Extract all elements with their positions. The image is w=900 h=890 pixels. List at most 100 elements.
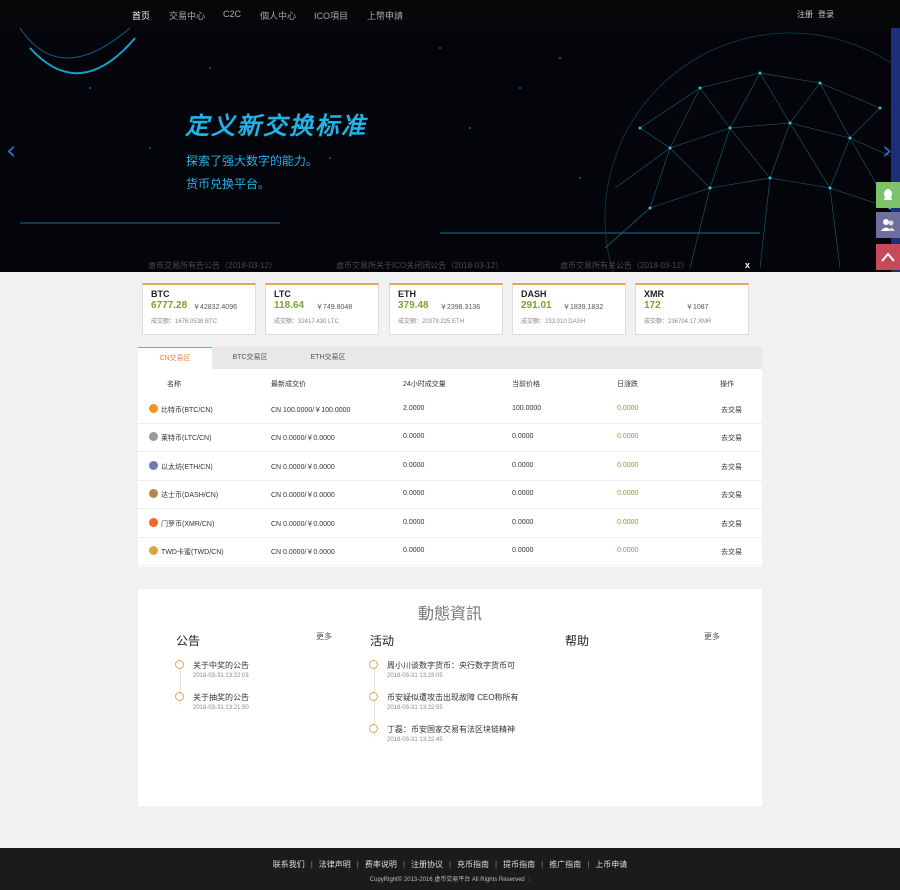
login-link[interactable]: 登录 [818,9,834,20]
ticker-cny: ￥749.8048 [316,304,353,311]
footer: 联系我们 | 法律声明 | 费率说明 | 注册协议 | 充币指南 | 提币指南 | 推广指南 | 上币申请 … [0,848,900,890]
footer-link-contact[interactable]: 联系我们 [273,860,305,869]
carousel-next-arrow-icon[interactable]: › [882,136,892,166]
footer-link-listing-apply[interactable]: 上币申请 [595,860,627,869]
ticker-symbol: BTC [151,289,170,299]
table-row[interactable]: 门罗币(XMR/CN) CN 0.0000/￥0.0000 0.0000 0.0… [138,510,762,538]
last-price: CN 0.0000/￥0.0000 [271,492,335,499]
ticker-cny: ￥1087 [686,304,709,311]
footer-link-fees[interactable]: 费率说明 [365,860,397,869]
back-to-top-icon[interactable] [876,244,900,270]
volume: 0.0000 [403,490,425,497]
news-item-title: 周小川谈数字货币：央行数字货币可 [387,661,515,670]
last-price: CN 0.0000/￥0.0000 [271,521,335,528]
timeline-dot-icon [369,692,378,701]
footer-link-terms[interactable]: 注册协议 [411,860,443,869]
news-item-date: 2018-03-31 13:22:55 [387,705,443,711]
table-row[interactable]: 莱特币(LTC/CN) CN 0.0000/￥0.0000 0.0000 0.0… [138,424,762,452]
change: 0.0000 [617,462,639,469]
current-price: 0.0000 [512,462,534,469]
current-price: 0.0000 [512,547,534,554]
last-price: CN 0.0000/￥0.0000 [271,549,335,556]
ticker-card-btc[interactable]: BTC 6777.28 ￥42832.4096 成交额：1676.0538 BT… [142,283,256,335]
register-link[interactable]: 注册 [797,9,813,20]
footer-link-deposit-guide[interactable]: 充币指南 [457,860,489,869]
footer-link-referral-guide[interactable]: 推广指南 [549,860,581,869]
trade-link[interactable]: 去交易 [721,405,742,415]
hero-news-item[interactable]: 虚币交易所有告公告（2018-03-12） [148,260,277,271]
announcements-more-link[interactable]: 更多 [316,631,332,642]
trade-link[interactable]: 去交易 [721,547,742,557]
ticker-card-dash[interactable]: DASH 291.01 ￥1839.1832 成交额：233.010 DASH [512,283,626,335]
ticker-card-ltc[interactable]: LTC 118.64 ￥749.8048 成交额：32417.430 LTC [265,283,379,335]
timeline-dot-icon [175,660,184,669]
trade-link[interactable]: 去交易 [721,433,742,443]
users-icon[interactable] [876,212,900,238]
ticker-cny: ￥1839.1832 [563,304,604,311]
xmr-coin-icon [149,518,158,527]
ticker-symbol: LTC [274,289,291,299]
footer-links: 联系我们 | 法律声明 | 费率说明 | 注册协议 | 充币指南 | 提币指南 | 推广指南 | 上币申请 [272,860,628,869]
ticker-cny: ￥2398.3136 [440,304,481,311]
ltc-coin-icon [149,432,158,441]
column-header-change: 日涨跌 [617,381,638,388]
ticker-card-eth[interactable]: ETH 379.48 ￥2398.3136 成交额：20379.225 ETH [389,283,503,335]
coin-name: 莱特币(LTC/CN) [161,435,212,442]
current-price: 100.0000 [512,405,542,412]
current-price: 0.0000 [512,433,534,440]
nav-trade-center[interactable]: 交易中心 [169,9,205,22]
market-table: CN交易区 BTC交易区 ETH交易区 名称 最新成交价 24小时成交量 当前价… [138,347,762,567]
volume: 2.0000 [403,405,425,412]
ticker-symbol: DASH [521,289,547,299]
volume: 0.0000 [403,462,425,469]
footer-link-legal[interactable]: 法律声明 [319,860,351,869]
coin-name: 比特币(BTC/CN) [161,407,213,414]
qq-service-icon[interactable] [876,182,900,208]
news-item-date: 2018-03-31 13:22:45 [387,737,443,743]
ticker-price: 6777.28 [151,300,188,311]
tab-eth-market[interactable]: ETH交易区 [288,347,368,369]
nav-c2c[interactable]: C2C [223,9,241,19]
ticker-volume: 成交额：1676.0538 BTC [151,319,218,325]
news-item-date: 2018-03-31 13:21:50 [193,705,249,711]
help-title: 帮助 [565,634,590,648]
trade-link[interactable]: 去交易 [721,519,742,529]
trade-link[interactable]: 去交易 [721,462,742,472]
close-icon[interactable]: x [745,260,750,270]
tab-cn-market[interactable]: CN交易区 [138,347,212,369]
hero-banner: 定义新交换标准 探索了强大数字的能力。 货币兑换平台。 ‹ › 虚币交易所有告公… [0,28,900,272]
hero-news-item[interactable]: 虚币交易所有关公告（2018-03-12） [560,260,689,271]
nav-ico[interactable]: ICO項目 [314,9,348,22]
news-item-date: 2018-03-31 13:23:05 [387,673,443,679]
tab-btc-market[interactable]: BTC交易区 [212,347,288,369]
ticker-card-xmr[interactable]: XMR 172 ￥1087 成交额：236704.17 XMR [635,283,749,335]
trade-link[interactable]: 去交易 [721,490,742,500]
hero-news-item[interactable]: 虚币交易所关于ICO关闭闭公告（2018-03-12） [336,260,503,271]
change: 0.0000 [617,490,639,497]
nav-home[interactable]: 首页 [132,9,150,22]
footer-link-withdraw-guide[interactable]: 提币指南 [503,860,535,869]
table-row[interactable]: 比特币(BTC/CN) CN 100.0000/￥100.0000 2.0000… [138,396,762,424]
change: 0.0000 [617,519,639,526]
table-row[interactable]: 以太坊(ETH/CN) CN 0.0000/￥0.0000 0.0000 0.0… [138,453,762,481]
coin-name: 以太坊(ETH/CN) [161,464,213,471]
announcements-title: 公告 [176,634,201,648]
nav-user-center[interactable]: 個人中心 [260,9,296,22]
column-header-last-price: 最新成交价 [271,381,306,388]
news-item-title: 币安疑似遭攻击出现故障 CEO称所有 [387,693,519,702]
help-more-link[interactable]: 更多 [704,631,720,642]
change: 0.0000 [617,547,639,554]
ticker-price: 172 [644,300,661,311]
coin-name: TWD卡蜜(TWD/CN) [161,549,224,556]
table-row[interactable]: 达士币(DASH/CN) CN 0.0000/￥0.0000 0.0000 0.… [138,481,762,509]
timeline-dot-icon [175,692,184,701]
last-price: CN 0.0000/￥0.0000 [271,435,335,442]
nav-listing-apply[interactable]: 上幣申請 [367,9,403,22]
ticker-volume: 成交额：20379.225 ETH [398,319,465,325]
carousel-prev-arrow-icon[interactable]: ‹ [6,136,16,166]
column-header-action: 操作 [720,381,734,388]
copyright-text: CopyRight© 2013-2016 虚币交易平台 All Rights R… [369,877,525,883]
ticker-volume: 成交额：233.010 DASH [521,319,586,325]
hero-subtitle-line2: 货币兑换平台。 [186,177,271,191]
table-row[interactable]: TWD卡蜜(TWD/CN) CN 0.0000/￥0.0000 0.0000 0… [138,538,762,566]
